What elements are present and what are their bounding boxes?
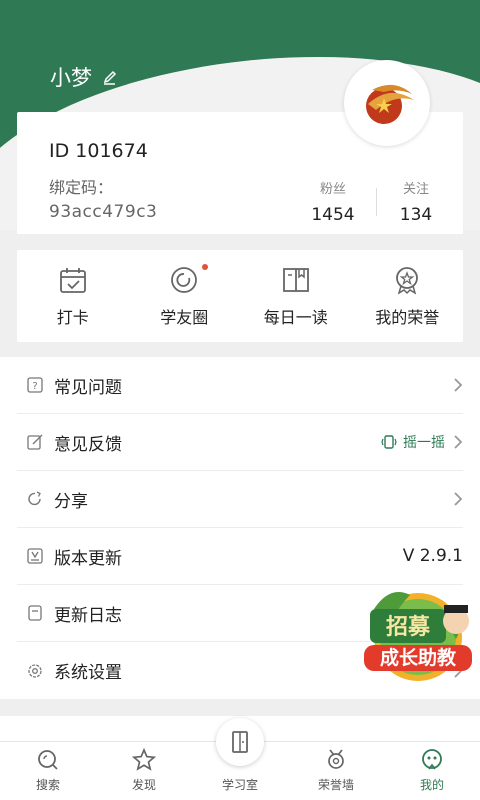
promo-line1: 招募 xyxy=(386,614,431,639)
recruit-assistant-banner[interactable]: 招募 成长助教 xyxy=(360,565,480,685)
tab-search[interactable]: 搜索 xyxy=(0,742,96,800)
chevron-right-icon xyxy=(454,435,463,449)
shake-hint[interactable]: 摇一摇 xyxy=(381,432,445,452)
follow-label: 关注 xyxy=(402,182,429,197)
quick-checkin-label: 打卡 xyxy=(56,308,89,327)
quick-honors[interactable]: 我的荣誉 xyxy=(352,250,464,342)
pencil-icon[interactable] xyxy=(102,69,118,85)
question-icon: ? xyxy=(27,377,43,393)
door-icon xyxy=(232,731,248,753)
menu-settings-label: 系统设置 xyxy=(54,663,122,683)
face-icon xyxy=(422,749,442,770)
notification-dot xyxy=(201,264,208,270)
quick-friends[interactable]: 学友圈 xyxy=(129,250,241,342)
menu-share-label: 分享 xyxy=(54,491,88,512)
username: 小梦 xyxy=(50,66,92,90)
settings-icon xyxy=(28,663,42,678)
menu-version-label: 版本更新 xyxy=(54,548,122,569)
log-icon xyxy=(28,605,42,621)
circle-refresh-icon xyxy=(171,267,198,293)
menu-faq[interactable]: ? 常见问题 xyxy=(17,357,463,414)
user-id: ID 101674 xyxy=(49,140,148,162)
bind-code-label: 绑定码： xyxy=(49,178,114,197)
shake-label: 摇一摇 xyxy=(403,435,445,451)
avatar-logo-icon xyxy=(366,84,414,124)
share-icon xyxy=(28,491,41,506)
quick-daily-read[interactable]: 每日一读 xyxy=(240,250,352,342)
book-icon xyxy=(282,268,309,292)
fans-stat[interactable]: 粉丝 1454 xyxy=(307,178,359,225)
study-room-button[interactable] xyxy=(216,718,264,766)
version-value: V 2.9.1 xyxy=(402,546,463,566)
medal-icon xyxy=(396,267,419,295)
quick-checkin[interactable]: 打卡 xyxy=(17,250,129,342)
tab-discover[interactable]: 发现 xyxy=(96,742,192,800)
follow-count: 134 xyxy=(399,205,433,225)
quick-daily-read-label: 每日一读 xyxy=(263,308,328,327)
calendar-check-icon xyxy=(59,268,86,293)
quick-honors-label: 我的荣誉 xyxy=(375,308,440,327)
tab-search-label: 搜索 xyxy=(35,778,60,792)
tab-mine[interactable]: 我的 xyxy=(384,742,480,800)
tab-honor-wall-label: 荣誉墙 xyxy=(317,778,354,792)
avatar[interactable] xyxy=(344,60,430,146)
search-icon xyxy=(38,750,58,770)
svg-text:?: ? xyxy=(32,381,37,392)
bind-code-value: 93acc479c3 xyxy=(49,202,158,222)
menu-feedback-label: 意见反馈 xyxy=(54,434,122,455)
fans-count: 1454 xyxy=(311,205,355,225)
menu-feedback[interactable]: 意见反馈 摇一摇 xyxy=(17,414,463,471)
phone-shake-icon xyxy=(381,435,397,449)
medal-icon xyxy=(328,749,344,769)
menu-faq-label: 常见问题 xyxy=(54,377,122,398)
chevron-right-icon xyxy=(454,492,463,506)
fans-label: 粉丝 xyxy=(319,182,346,197)
menu-changelog-label: 更新日志 xyxy=(54,605,122,626)
username-row[interactable]: 小梦 xyxy=(50,62,118,92)
tab-honor-wall[interactable]: 荣誉墙 xyxy=(288,742,384,800)
menu-share[interactable]: 分享 xyxy=(17,471,463,528)
tab-study-room-label: 学习室 xyxy=(221,778,258,792)
promo-line2: 成长助教 xyxy=(380,646,457,669)
edit-icon xyxy=(27,434,43,450)
chevron-right-icon xyxy=(454,378,463,392)
tab-mine-label: 我的 xyxy=(419,778,444,792)
stat-divider xyxy=(376,188,377,216)
quick-actions: 打卡 学友圈 每日一读 我的荣誉 xyxy=(17,250,463,342)
tab-discover-label: 发现 xyxy=(131,778,156,792)
update-icon xyxy=(27,548,43,564)
follow-stat[interactable]: 关注 134 xyxy=(391,178,441,225)
star-icon xyxy=(132,748,156,771)
quick-friends-label: 学友圈 xyxy=(160,308,209,327)
